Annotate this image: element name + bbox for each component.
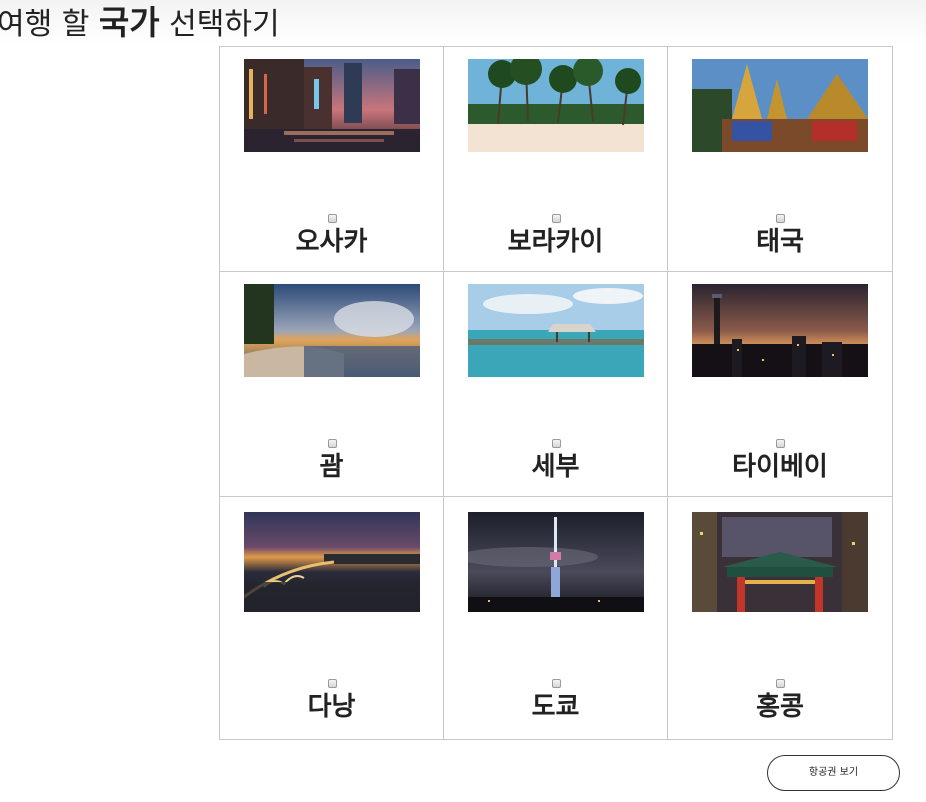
osaka-photo	[244, 59, 420, 152]
hongkong-label: 홍콩	[756, 692, 804, 722]
taipei-photo	[692, 284, 868, 377]
cebu-label: 세부	[531, 452, 580, 482]
destination-card-cebu[interactable]: 세부	[444, 272, 668, 497]
hongkong-photo	[692, 512, 868, 612]
osaka-label: 오사카	[295, 227, 368, 257]
tokyo-checkbox[interactable]	[552, 679, 561, 688]
thailand-label: 태국	[756, 227, 804, 257]
view-tickets-button[interactable]: 항공권 보기	[767, 755, 900, 791]
hongkong-checkbox[interactable]	[776, 679, 785, 688]
destination-card-hongkong[interactable]: 홍콩	[668, 497, 892, 739]
page-title-strong: 국가	[98, 3, 160, 42]
tokyo-photo	[468, 512, 644, 612]
destination-card-osaka[interactable]: 오사카	[220, 47, 444, 272]
guam-photo	[244, 284, 420, 377]
boracay-photo	[468, 59, 644, 152]
danang-checkbox[interactable]	[328, 679, 337, 688]
cebu-photo	[468, 284, 644, 377]
danang-label: 다낭	[307, 692, 356, 722]
taipei-checkbox[interactable]	[776, 439, 785, 448]
thailand-checkbox[interactable]	[776, 214, 785, 223]
guam-label: 괌	[319, 452, 344, 482]
destination-card-danang[interactable]: 다낭	[220, 497, 444, 739]
guam-checkbox[interactable]	[328, 439, 337, 448]
boracay-label: 보라카이	[507, 227, 604, 257]
thailand-photo	[692, 59, 868, 152]
destination-card-guam[interactable]: 괌	[220, 272, 444, 497]
destination-card-boracay[interactable]: 보라카이	[444, 47, 668, 272]
taipei-label: 타이베이	[732, 452, 828, 482]
destination-card-thailand[interactable]: 태국	[668, 47, 892, 272]
page-title: 여행 할 국가 선택하기	[0, 1, 280, 47]
danang-photo	[244, 512, 420, 612]
tokyo-label: 도쿄	[531, 692, 580, 722]
osaka-checkbox[interactable]	[328, 214, 337, 223]
page-title-suffix: 선택하기	[169, 7, 280, 42]
destination-card-taipei[interactable]: 타이베이	[668, 272, 892, 497]
boracay-checkbox[interactable]	[552, 214, 561, 223]
page-title-prefix: 여행 할	[0, 7, 90, 42]
destination-grid: 오사카 보라카이 태국 괌 세부 타이베이 다낭 도쿄 홍콩	[219, 46, 893, 740]
cebu-checkbox[interactable]	[552, 439, 561, 448]
destination-card-tokyo[interactable]: 도쿄	[444, 497, 668, 739]
